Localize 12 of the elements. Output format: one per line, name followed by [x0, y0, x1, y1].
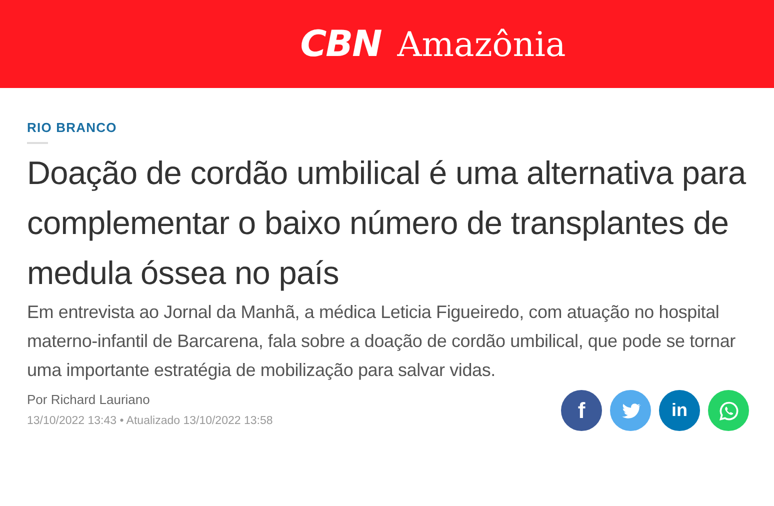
category-link[interactable]: RIO BRANCO: [27, 120, 747, 136]
logo-region[interactable]: Amazônia: [397, 24, 566, 64]
logo-brand[interactable]: CBN: [300, 24, 382, 64]
linkedin-share-button[interactable]: in: [659, 390, 700, 431]
twitter-share-button[interactable]: [610, 390, 651, 431]
author-name: Por Richard Lauriano: [27, 391, 151, 409]
facebook-share-button[interactable]: f: [561, 390, 602, 431]
publish-date: 13/10/2022 13:43 • Atualizado 13/10/2022 13:58: [27, 414, 273, 429]
article-title: Doação de cordão umbilical é uma alternativa para complementar o baixo número de transplantes de medula óssea no país: [27, 154, 747, 293]
whatsapp-share-button[interactable]: [708, 390, 749, 431]
whatsapp-phone-icon: [718, 400, 740, 422]
article-lead: Em entrevista ao Jornal da Manhã, a médica Leticia Figueiredo, com atuação no hospital materno-infantil de Barcarena, fala sobre a doação de cordão umbilical, que pode se tornar uma importante estratégia de mobilização para salvar vidas.: [27, 301, 736, 382]
